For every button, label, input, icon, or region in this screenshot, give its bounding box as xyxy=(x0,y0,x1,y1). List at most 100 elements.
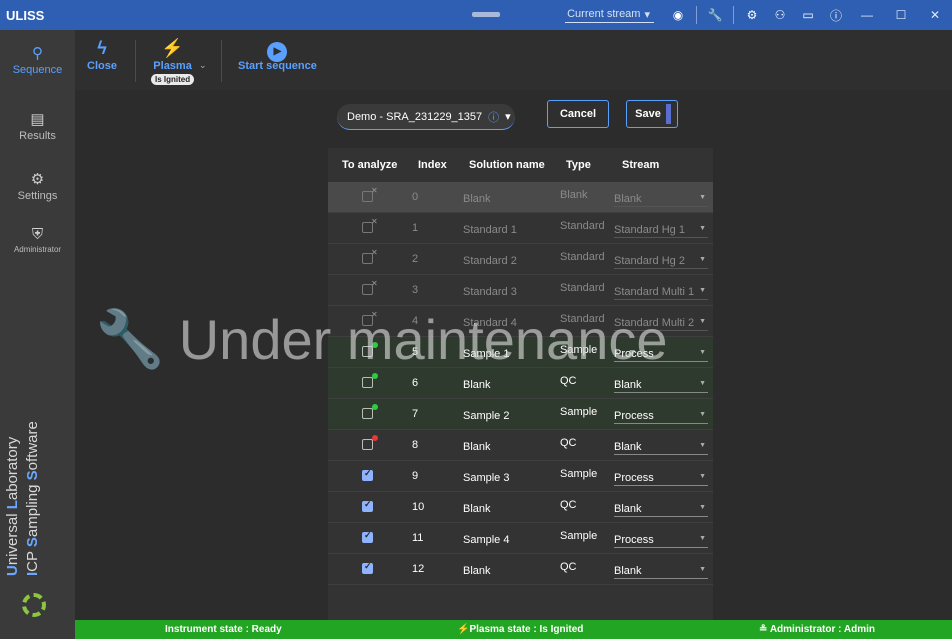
chevron-down-icon[interactable]: ⌄ xyxy=(199,60,207,71)
sidebar-item-administrator[interactable]: ⛨ Administrator xyxy=(0,226,75,254)
stream-select[interactable]: Process ▼ xyxy=(614,468,708,486)
sidebar-item-sequence[interactable]: ⚲ Sequence xyxy=(0,44,75,76)
title-bar: ULISS Current stream ▾ ◉ 🔧 ⚙ ⚇ ▭ ⓘ — ☐ ✕ xyxy=(0,0,952,30)
analyze-checkbox[interactable] xyxy=(362,561,373,574)
analyze-checkbox[interactable] xyxy=(362,468,373,481)
table-row[interactable]: 5 Sample 1 Sample Process ▼ xyxy=(328,337,713,368)
row-index: 11 xyxy=(412,532,424,544)
gear-icon[interactable]: ⚙ xyxy=(738,0,766,30)
stream-select: Standard Multi 1 ▼ xyxy=(614,282,708,300)
current-user-text: Administrator : Admin xyxy=(769,624,875,635)
table-header: To analyze Index Solution name Type Stre… xyxy=(328,148,713,182)
solution-type: QC xyxy=(560,561,577,573)
solution-name: Blank xyxy=(463,565,491,577)
info-icon[interactable]: ⓘ xyxy=(488,109,499,125)
stream-select[interactable]: Process ▼ xyxy=(614,406,708,424)
table-row[interactable]: ✕ 3 Standard 3 Standard Standard Multi 1 ▼ xyxy=(328,275,713,306)
row-index: 3 xyxy=(412,284,419,296)
chevron-down-icon: ▼ xyxy=(699,411,706,418)
stream-select[interactable]: Process ▼ xyxy=(614,344,708,362)
stream-select: Standard Multi 2 ▼ xyxy=(614,313,708,331)
sidebar-item-settings[interactable]: ⚙ Settings xyxy=(0,170,75,202)
stream-value: Blank xyxy=(614,193,642,205)
table-row[interactable]: 9 Sample 3 Sample Process ▼ xyxy=(328,461,713,492)
instrument-state: Instrument state : Ready xyxy=(165,624,282,635)
sidebar-item-results[interactable]: ▤ Results xyxy=(0,110,75,142)
close-window-button[interactable]: ✕ xyxy=(918,0,952,30)
analyze-checkbox[interactable] xyxy=(362,499,373,512)
divider xyxy=(696,6,697,24)
status-dot-icon xyxy=(372,373,378,379)
plasma-button[interactable]: ⚡ Plasma Is Ignited xyxy=(151,38,195,85)
chevron-down-icon: ▼ xyxy=(699,566,706,573)
solution-name: Blank xyxy=(463,441,491,453)
stream-select[interactable]: Blank ▼ xyxy=(614,499,708,517)
disabled-mark-icon: ✕ xyxy=(371,186,378,195)
row-index: 12 xyxy=(412,563,425,575)
disabled-mark-icon: ✕ xyxy=(371,248,378,257)
row-index: 6 xyxy=(412,377,419,389)
analyze-checkbox[interactable] xyxy=(362,439,373,450)
drag-handle[interactable] xyxy=(472,12,500,17)
analyze-checkbox[interactable] xyxy=(362,377,373,388)
stream-select: Standard Hg 2 ▼ xyxy=(614,251,708,269)
info-icon[interactable]: ⓘ xyxy=(822,0,850,30)
plasma-icon: ⚡ xyxy=(457,624,470,635)
divider xyxy=(135,40,136,82)
stream-select[interactable]: Blank ▼ xyxy=(614,375,708,393)
monitor-icon[interactable]: ▭ xyxy=(794,0,822,30)
table-row[interactable]: 8 Blank QC Blank ▼ xyxy=(328,430,713,461)
save-button[interactable]: Save xyxy=(626,100,678,128)
current-stream-select[interactable]: Current stream ▾ xyxy=(565,8,654,23)
stream-value: Blank xyxy=(614,503,642,515)
users-icon[interactable]: ⚇ xyxy=(766,0,794,30)
row-index: 5 xyxy=(412,346,419,358)
row-index: 9 xyxy=(412,470,419,482)
analyze-checkbox[interactable] xyxy=(362,408,373,419)
table-row[interactable]: ✕ 2 Standard 2 Standard Standard Hg 2 ▼ xyxy=(328,244,713,275)
sidebar-item-label: Results xyxy=(19,130,56,142)
stream-value: Process xyxy=(614,472,654,484)
table-row[interactable]: 12 Blank QC Blank ▼ xyxy=(328,554,713,585)
eye-off-icon[interactable]: ◉ xyxy=(664,0,692,30)
stream-select[interactable]: Blank ▼ xyxy=(614,437,708,455)
table-row[interactable]: ✕ 1 Standard 1 Standard Standard Hg 1 ▼ xyxy=(328,213,713,244)
start-sequence-button[interactable]: ▶ Start sequence xyxy=(238,38,317,72)
row-index: 10 xyxy=(412,501,425,513)
table-row[interactable]: ✕ 0 Blank Blank Blank ▼ xyxy=(328,182,713,213)
stream-value: Process xyxy=(614,534,654,546)
chevron-down-icon: ▼ xyxy=(699,535,706,542)
stream-select[interactable]: Process ▼ xyxy=(614,530,708,548)
sidebar-item-label: Administrator xyxy=(13,245,62,254)
table-row[interactable]: 6 Blank QC Blank ▼ xyxy=(328,368,713,399)
plasma-state-text: Plasma state : Is Ignited xyxy=(469,624,584,635)
stream-select[interactable]: Blank ▼ xyxy=(614,561,708,579)
solution-name: Standard 4 xyxy=(463,317,517,329)
column-header: Type xyxy=(566,159,591,171)
maximize-button[interactable]: ☐ xyxy=(884,0,918,30)
chevron-down-icon: ▼ xyxy=(699,287,706,294)
row-index: 4 xyxy=(412,315,419,327)
maintenance-icon[interactable]: 🔧 xyxy=(701,0,729,30)
table-row[interactable]: 7 Sample 2 Sample Process ▼ xyxy=(328,399,713,430)
table-row[interactable]: 11 Sample 4 Sample Process ▼ xyxy=(328,523,713,554)
close-sequence-button[interactable]: ϟ Close xyxy=(87,38,117,72)
main-content: Demo - SRA_231229_1357 ⓘ ▾ Cancel Save T… xyxy=(75,90,952,620)
current-user: ≗ Administrator : Admin xyxy=(759,624,875,635)
stream-value: Blank xyxy=(614,379,642,391)
table-row[interactable]: ✕ 4 Standard 4 Standard Standard Multi 2 ▼ xyxy=(328,306,713,337)
analyze-checkbox[interactable] xyxy=(362,346,373,357)
app-logo xyxy=(22,593,46,617)
sidebar-item-label: Sequence xyxy=(12,64,63,76)
cancel-button[interactable]: Cancel xyxy=(547,100,609,128)
sequence-select[interactable]: Demo - SRA_231229_1357 ⓘ ▾ xyxy=(337,104,515,130)
solution-type: Blank xyxy=(560,189,588,201)
sequence-table: To analyze Index Solution name Type Stre… xyxy=(328,148,713,620)
row-index: 7 xyxy=(412,408,419,420)
table-row[interactable]: 10 Blank QC Blank ▼ xyxy=(328,492,713,523)
analyze-checkbox[interactable] xyxy=(362,530,373,543)
minimize-button[interactable]: — xyxy=(850,0,884,30)
sidebar: ⚲ Sequence ▤ Results ⚙ Settings ⛨ Admini… xyxy=(0,30,75,639)
vertical-brand-text: Universal Laboratory ICP Sampling Softwa… xyxy=(4,390,58,610)
solution-name: Blank xyxy=(463,503,491,515)
